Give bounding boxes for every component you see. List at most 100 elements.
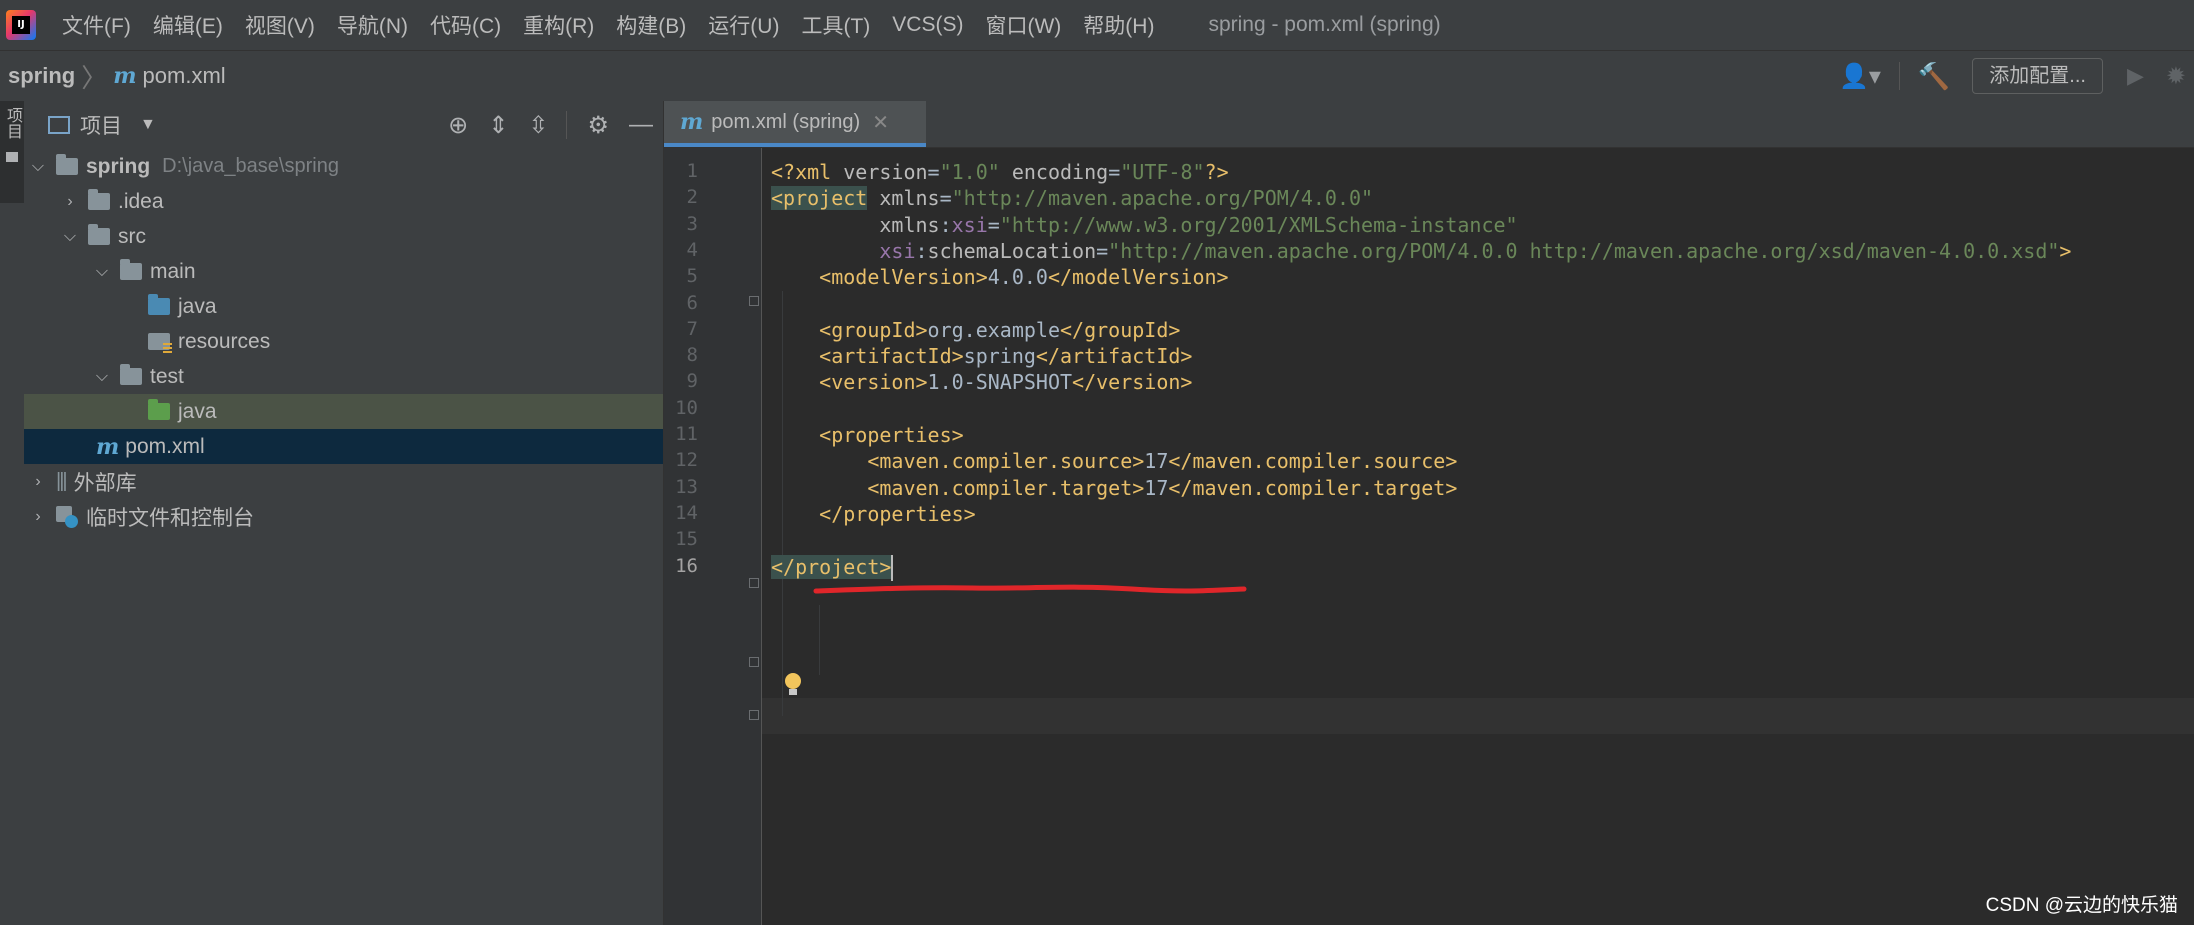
tree-item-external-libraries[interactable]: › ||| 外部库 (24, 464, 663, 499)
fold-marker-icon[interactable] (749, 296, 759, 306)
chevron-right-icon[interactable]: › (60, 193, 80, 211)
tree-item-test-java[interactable]: java (24, 394, 663, 429)
debug-icon[interactable]: ✹ (2166, 62, 2186, 91)
chevron-down-icon[interactable]: ⌵ (60, 228, 80, 246)
code-token: </project> (771, 554, 892, 579)
project-panel-title[interactable]: 项目 (80, 110, 122, 140)
code-token: "http://maven.apache.org/POM/4.0.0 http:… (1108, 238, 2060, 263)
tree-item-main-java[interactable]: java (24, 289, 663, 324)
tree-item-resources[interactable]: resources (24, 324, 663, 359)
tree-item-label: 临时文件和控制台 (86, 506, 254, 530)
tree-item-label: pom.xml (125, 434, 205, 458)
actions-divider (566, 111, 568, 139)
code-line[interactable]: </project> (771, 549, 894, 585)
line-number: 10 (675, 396, 698, 419)
tree-item-test[interactable]: ⌵ test (24, 359, 663, 394)
code-token: </version> (1072, 370, 1193, 395)
menu-run[interactable]: 运行(U) (708, 10, 779, 40)
menu-tools[interactable]: 工具(T) (801, 10, 870, 40)
line-number: 9 (686, 370, 698, 393)
menu-file[interactable]: 文件(F) (62, 10, 131, 40)
line-number: 13 (675, 475, 698, 498)
maven-file-icon: m (113, 63, 137, 89)
tree-item-src[interactable]: ⌵ src (24, 219, 663, 254)
menu-navigate[interactable]: 导航(N) (337, 10, 408, 40)
window-title: spring - pom.xml (spring) (1208, 13, 1441, 36)
editor-tab-pom-xml[interactable]: m pom.xml (spring) ✕ (664, 101, 926, 147)
navigation-bar: spring 〉 m pom.xml 👤▾ 🔨 添加配置... ▶ ✹ (0, 50, 2194, 102)
line-number: 15 (675, 528, 698, 551)
breadcrumb-file[interactable]: pom.xml (143, 63, 226, 89)
breadcrumb-separator-icon: 〉 (81, 62, 108, 93)
tree-item-spring[interactable]: ⌵ spring D:\java_base\spring (24, 149, 663, 184)
project-tool-icon (6, 152, 18, 162)
toolbar-right: 👤▾ 🔨 添加配置... ▶ ✹ (1839, 51, 2194, 101)
code-line[interactable]: </properties> (771, 496, 976, 532)
line-number: 2 (686, 186, 698, 209)
line-number: 4 (686, 238, 698, 261)
code-line[interactable]: <version>1.0-SNAPSHOT</version> (771, 364, 1192, 400)
user-account-icon[interactable]: 👤▾ (1839, 62, 1881, 91)
tree-item-label: spring (86, 154, 151, 178)
menu-refactor[interactable]: 重构(R) (523, 10, 594, 40)
project-tool-tab[interactable]: 项目 (0, 101, 24, 203)
locate-file-icon[interactable]: ⊕ (448, 111, 468, 140)
chevron-down-icon[interactable]: ⌵ (92, 263, 112, 281)
project-tree: ⌵ spring D:\java_base\spring › .idea ⌵ s… (24, 149, 663, 534)
fold-marker-icon[interactable] (749, 578, 759, 588)
menu-edit[interactable]: 编辑(E) (153, 10, 223, 40)
tree-item-label: java (178, 399, 217, 423)
chevron-down-icon[interactable]: ⌵ (28, 158, 48, 176)
code-line[interactable]: <modelVersion>4.0.0</modelVersion> (771, 259, 1229, 295)
project-tool-tab-label: 项目 (4, 107, 21, 139)
close-icon[interactable]: ✕ (872, 110, 889, 135)
line-number: 14 (675, 501, 698, 524)
resources-folder-icon (148, 333, 172, 353)
menu-code[interactable]: 代码(C) (430, 10, 501, 40)
tree-item-idea[interactable]: › .idea (24, 184, 663, 219)
folder-icon (88, 189, 110, 210)
menu-vcs[interactable]: VCS(S) (892, 13, 963, 37)
code-token: </modelVersion> (1047, 265, 1229, 290)
chevron-right-icon[interactable]: › (28, 473, 48, 491)
watermark: CSDN @云边的快乐猫 (1985, 895, 2178, 916)
project-view-icon (48, 116, 70, 134)
chevron-right-icon[interactable]: › (28, 508, 48, 526)
hide-panel-icon[interactable]: — (629, 111, 653, 139)
editor-tab-bar: m pom.xml (spring) ✕ (664, 101, 2194, 148)
line-number: 7 (686, 317, 698, 340)
intellij-logo-icon (6, 10, 36, 40)
text-cursor (891, 555, 894, 581)
run-icon[interactable]: ▶ (2127, 63, 2144, 89)
tree-item-label: resources (178, 329, 271, 353)
build-hammer-icon[interactable]: 🔨 (1918, 61, 1950, 92)
chevron-down-icon[interactable]: ⌵ (92, 368, 112, 386)
gear-icon[interactable]: ⚙ (587, 111, 609, 140)
menu-window[interactable]: 窗口(W) (985, 10, 1061, 40)
line-number: 8 (686, 344, 698, 367)
add-configuration-button[interactable]: 添加配置... (1972, 58, 2103, 94)
project-panel-actions: ⊕ ⇕ ⇳ ⚙ — (428, 101, 653, 149)
menu-bar: 文件(F) 编辑(E) 视图(V) 导航(N) 代码(C) 重构(R) 构建(B… (0, 0, 2194, 50)
expand-all-icon[interactable]: ⇕ (488, 111, 508, 140)
project-panel-header: 项目 ▼ ⊕ ⇕ ⇳ ⚙ — (24, 101, 663, 149)
tree-item-pom-xml[interactable]: m pom.xml (24, 429, 663, 464)
menu-view[interactable]: 视图(V) (245, 10, 315, 40)
menu-help[interactable]: 帮助(H) (1083, 10, 1154, 40)
collapse-all-icon[interactable]: ⇳ (528, 111, 548, 140)
tree-item-main[interactable]: ⌵ main (24, 254, 663, 289)
folder-icon (88, 224, 110, 245)
menu-build[interactable]: 构建(B) (616, 10, 686, 40)
maven-file-icon: m (680, 109, 704, 135)
line-number: 5 (686, 265, 698, 288)
intention-lightbulb-icon[interactable] (784, 673, 802, 697)
fold-marker-icon[interactable] (749, 710, 759, 720)
editor-tab-label: pom.xml (spring) (711, 110, 861, 133)
indent-guide (819, 605, 820, 675)
line-number: 1 (686, 160, 698, 182)
view-selector-chevron-down-icon[interactable]: ▼ (140, 116, 156, 134)
fold-marker-icon[interactable] (749, 657, 759, 667)
tree-item-scratches[interactable]: › 临时文件和控制台 (24, 499, 663, 534)
tree-item-label: 外部库 (73, 471, 137, 495)
breadcrumb-project[interactable]: spring (8, 63, 75, 89)
